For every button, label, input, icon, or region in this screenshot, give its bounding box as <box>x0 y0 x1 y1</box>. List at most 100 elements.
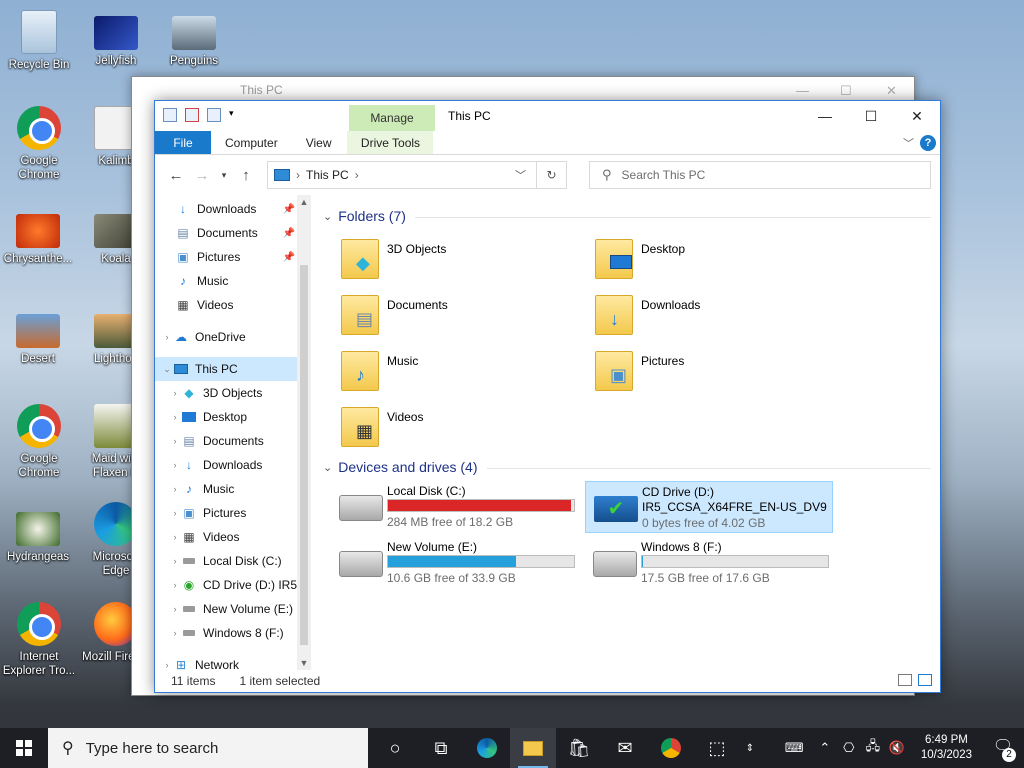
clock[interactable]: 6:49 PM 10/3/2023 <box>921 733 972 763</box>
chrome-taskbar-icon[interactable] <box>648 728 694 768</box>
setup-icon[interactable]: ⬚ <box>694 728 740 768</box>
nav-item-videos[interactable]: › ▦ Videos <box>155 525 297 549</box>
desktop-icon-jellyfish[interactable]: Jellyfish <box>78 16 154 68</box>
task-view-icon[interactable]: ⧉ <box>418 728 464 768</box>
devices-group-header[interactable]: ⌄ Devices and drives (4) <box>323 459 478 475</box>
folders-group-header[interactable]: ⌄ Folders (7) <box>323 208 406 224</box>
nav-item-pictures-quick[interactable]: ▣ Pictures 📌 <box>155 245 297 269</box>
volume-muted-icon[interactable]: 🔇 <box>889 740 905 756</box>
tab-view[interactable]: View <box>292 131 346 154</box>
folder-music[interactable]: ♪ Music <box>341 351 581 405</box>
nav-item-pictures[interactable]: › ▣ Pictures <box>155 501 297 525</box>
folder-documents[interactable]: ▤ Documents <box>341 295 581 349</box>
folder-videos[interactable]: ▦ Videos <box>341 407 581 461</box>
title-bar[interactable]: ▾ Manage This PC — ☐ ✕ <box>155 101 940 131</box>
nav-item-local-disk-c[interactable]: › Local Disk (C:) <box>155 549 297 573</box>
edge-taskbar-icon[interactable] <box>464 728 510 768</box>
expand-chevron-icon[interactable]: › <box>169 580 181 590</box>
nav-item-this-pc[interactable]: ⌄ This PC <box>155 357 297 381</box>
back-arrow-icon[interactable]: ← <box>165 167 187 184</box>
file-explorer-taskbar-icon[interactable] <box>510 728 556 768</box>
expand-chevron-icon[interactable]: › <box>169 532 181 542</box>
drive-windows-8-f[interactable]: Windows 8 (F:) 17.5 GB free of 17.6 GB <box>585 537 833 589</box>
properties-icon[interactable] <box>185 108 199 122</box>
close-icon[interactable]: ✕ <box>886 83 897 99</box>
desktop-icon-chrysanthemum[interactable]: Chrysanthe... <box>0 214 76 266</box>
address-history-icon[interactable]: ﹀ <box>515 167 526 183</box>
nav-item-desktop[interactable]: › Desktop <box>155 405 297 429</box>
nav-item-new-volume-e[interactable]: › New Volume (E:) <box>155 597 297 621</box>
manage-contextual-tab[interactable]: Manage <box>349 105 435 131</box>
nav-item-onedrive[interactable]: › ☁ OneDrive <box>155 325 297 349</box>
computer-icon[interactable] <box>163 108 177 122</box>
help-icon[interactable]: ? <box>920 135 936 151</box>
customize-toolbar-icon[interactable]: ▾ <box>229 108 243 122</box>
scroll-down-icon[interactable]: ▼ <box>297 658 311 668</box>
nav-item-music-quick[interactable]: ♪ Music <box>155 269 297 293</box>
details-view-icon[interactable] <box>898 674 912 686</box>
nav-scrollbar[interactable]: ▲ ▼ <box>297 195 311 670</box>
expand-chevron-icon[interactable]: › <box>169 628 181 638</box>
desktop-icon-recycle-bin[interactable]: Recycle Bin <box>1 10 77 72</box>
breadcrumb-this-pc[interactable]: This PC <box>306 168 349 182</box>
store-icon[interactable]: 🛍 <box>556 728 602 768</box>
expand-chevron-icon[interactable]: › <box>169 484 181 494</box>
nav-item-downloads[interactable]: › ↓ Downloads <box>155 453 297 477</box>
expand-ribbon-icon[interactable]: ﹀ <box>903 135 914 151</box>
tab-drive-tools[interactable]: Drive Tools <box>347 131 434 154</box>
nav-item-windows-8-f[interactable]: › Windows 8 (F:) <box>155 621 297 645</box>
drive-local-disk-c[interactable]: Local Disk (C:) 284 MB free of 18.2 GB <box>331 481 579 533</box>
minimize-button[interactable]: — <box>802 101 848 131</box>
close-button[interactable]: ✕ <box>894 101 940 131</box>
refresh-icon[interactable]: ↻ <box>536 162 566 188</box>
desktop-icon-desert[interactable]: Desert <box>0 314 76 366</box>
maximize-button[interactable]: ☐ <box>848 101 894 131</box>
breadcrumb-chevron-icon[interactable]: › <box>355 168 359 182</box>
drive-new-volume-e[interactable]: New Volume (E:) 10.6 GB free of 33.9 GB <box>331 537 579 589</box>
desktop-icon-internet-explorer-troubleshoot[interactable]: Internet Explorer Tro... <box>1 602 77 678</box>
nav-item-3d-objects[interactable]: › ◆ 3D Objects <box>155 381 297 405</box>
breadcrumb-chevron-icon[interactable]: › <box>296 168 300 182</box>
mail-icon[interactable]: ✉ <box>602 728 648 768</box>
recent-locations-icon[interactable]: ▾ <box>217 170 231 181</box>
minimize-icon[interactable]: — <box>796 83 809 98</box>
expand-chevron-icon[interactable]: › <box>169 388 181 398</box>
start-button[interactable] <box>0 728 48 768</box>
expand-chevron-icon[interactable]: › <box>169 412 181 422</box>
expand-chevron-icon[interactable]: › <box>169 556 181 566</box>
folder-pictures[interactable]: ▣ Pictures <box>595 351 835 405</box>
large-icons-view-icon[interactable] <box>918 674 932 686</box>
meet-now-icon[interactable]: ⎔ <box>841 740 857 756</box>
pin-icon[interactable]: 📌 <box>283 204 295 215</box>
folder-downloads[interactable]: ↓ Downloads <box>595 295 835 349</box>
collapse-chevron-icon[interactable]: ⌄ <box>323 210 332 223</box>
collapse-chevron-icon[interactable]: ⌄ <box>323 461 332 474</box>
tab-file[interactable]: File <box>155 131 211 154</box>
desktop-icon-penguins[interactable]: Penguins <box>156 16 232 68</box>
nav-item-network[interactable]: › ⊞ Network <box>155 653 297 670</box>
maximize-icon[interactable]: ☐ <box>840 83 852 99</box>
scroll-up-icon[interactable]: ▲ <box>297 197 311 207</box>
address-bar[interactable]: › This PC › ﹀ ↻ <box>267 161 567 189</box>
desktop-icon-google-chrome-2[interactable]: Google Chrome <box>1 404 77 480</box>
nav-item-videos-quick[interactable]: ▦ Videos <box>155 293 297 317</box>
up-arrow-icon[interactable]: ↑ <box>235 167 257 184</box>
new-folder-icon[interactable] <box>207 108 221 122</box>
collapse-chevron-icon[interactable]: ⌄ <box>161 364 173 375</box>
nav-item-cd-drive-d[interactable]: › ◉ CD Drive (D:) IR5 <box>155 573 298 597</box>
scrollbar-thumb[interactable] <box>300 265 308 645</box>
cortana-icon[interactable]: ○ <box>372 728 418 768</box>
expand-chevron-icon[interactable]: › <box>161 332 173 342</box>
desktop-icon-google-chrome[interactable]: Google Chrome <box>1 106 77 182</box>
pin-icon[interactable]: 📌 <box>283 252 295 263</box>
taskbar-search[interactable]: ⚲ Type here to search <box>48 728 368 768</box>
network-icon[interactable]: 🖧 <box>865 737 881 759</box>
action-center-button[interactable]: 🗨 2 <box>988 736 1018 762</box>
expand-chevron-icon[interactable]: › <box>169 436 181 446</box>
folder-3d-objects[interactable]: ◆ 3D Objects <box>341 239 581 293</box>
keyboard-icon[interactable]: ⌨ <box>785 740 804 756</box>
search-box[interactable]: ⚲ Search This PC <box>589 161 931 189</box>
folder-desktop[interactable]: Desktop <box>595 239 835 293</box>
drive-cd-drive-d[interactable]: ✔ CD Drive (D:) IR5_CCSA_X64FRE_EN-US_DV… <box>585 481 833 533</box>
taskbar-scroll-icon[interactable]: ⇕ <box>740 728 760 768</box>
